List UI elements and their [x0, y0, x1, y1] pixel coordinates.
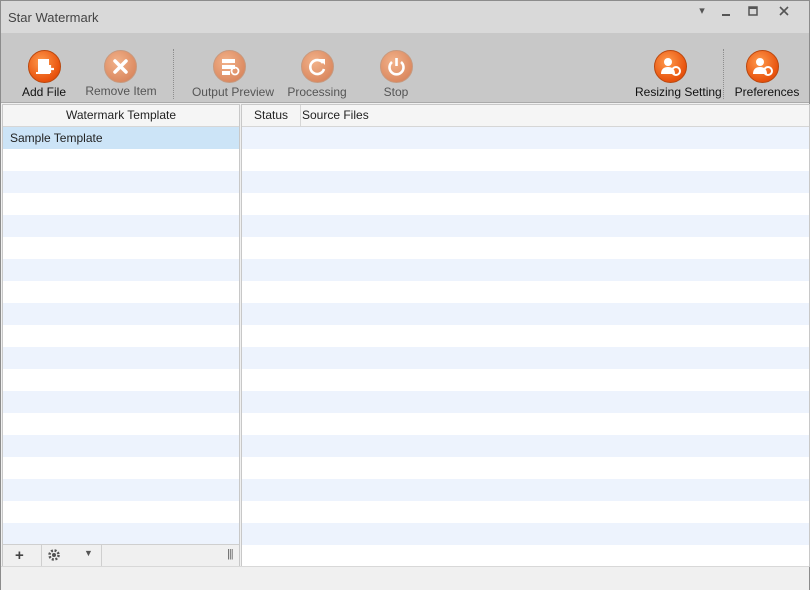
minimize-icon[interactable]: [713, 3, 739, 19]
source-files-table[interactable]: Status Source Files: [241, 104, 810, 567]
user-settings-icon: [654, 50, 687, 83]
toolbar: Add File Remove Item Output Preview Proc…: [1, 33, 809, 103]
toolbar-separator: [173, 49, 174, 99]
output-preview-label: Output Preview: [191, 85, 275, 99]
title-bar: Star Watermark ▾: [1, 1, 809, 33]
app-window: Star Watermark ▾ Add File Remove Item Ou…: [0, 0, 810, 590]
table-header: Status Source Files: [242, 105, 809, 127]
gear-icon[interactable]: [47, 548, 61, 565]
file-rows: [242, 127, 809, 545]
user-settings-icon: [746, 50, 779, 83]
chevron-down-icon[interactable]: ▼: [84, 548, 93, 558]
preview-icon: [213, 50, 246, 83]
processing-label: Processing: [287, 85, 347, 99]
dropdown-arrow-icon[interactable]: ▾: [689, 3, 715, 19]
status-bar: [1, 566, 809, 590]
power-icon: [380, 50, 413, 83]
maximize-icon[interactable]: [740, 3, 766, 19]
preferences-label: Preferences: [734, 85, 800, 99]
remove-item-label: Remove Item: [85, 84, 157, 98]
add-file-label: Add File: [21, 85, 67, 99]
list-item[interactable]: Sample Template: [3, 127, 239, 149]
resizing-setting-button[interactable]: Resizing Setting: [635, 33, 722, 102]
processing-button[interactable]: Processing: [287, 33, 347, 102]
resize-grip-icon[interactable]: |||: [227, 548, 234, 560]
add-template-icon[interactable]: +: [15, 547, 24, 564]
close-icon[interactable]: [771, 3, 797, 19]
source-files-column-header[interactable]: Source Files: [302, 105, 369, 126]
template-header-label: Watermark Template: [65, 108, 177, 122]
stop-label: Stop: [383, 85, 409, 99]
remove-item-button[interactable]: Remove Item: [85, 33, 157, 102]
template-rows: Sample Template: [3, 127, 239, 545]
add-file-icon: [28, 50, 61, 83]
template-toolbar: + ▼ |||: [3, 544, 239, 567]
toolbar-separator: [723, 49, 724, 99]
remove-icon: [104, 50, 137, 83]
add-file-button[interactable]: Add File: [15, 33, 73, 102]
status-column-header[interactable]: Status: [254, 105, 288, 126]
preferences-button[interactable]: Preferences: [733, 33, 801, 102]
template-column-header[interactable]: Watermark Template: [3, 105, 239, 127]
template-name: Sample Template: [10, 131, 103, 145]
window-title: Star Watermark: [8, 10, 99, 25]
resizing-setting-label: Resizing Setting: [635, 85, 722, 99]
refresh-icon: [301, 50, 334, 83]
output-preview-button[interactable]: Output Preview: [191, 33, 275, 102]
stop-button[interactable]: Stop: [371, 33, 421, 102]
template-list[interactable]: Watermark Template Sample Template + ▼ |…: [2, 104, 240, 567]
